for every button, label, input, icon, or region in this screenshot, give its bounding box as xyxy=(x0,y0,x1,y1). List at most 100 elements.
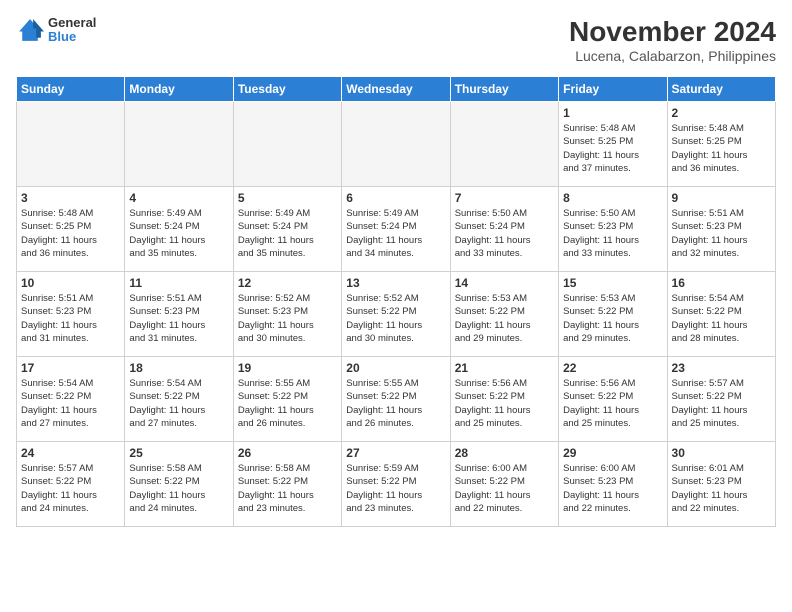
weekday-header-sunday: Sunday xyxy=(17,77,125,102)
calendar-cell: 28 Sunrise: 6:00 AM Sunset: 5:22 PM Dayli… xyxy=(450,442,558,527)
calendar-cell: 4 Sunrise: 5:49 AM Sunset: 5:24 PM Daylig… xyxy=(125,187,233,272)
day-info: Sunrise: 5:49 AM Sunset: 5:24 PM Dayligh… xyxy=(129,207,228,260)
calendar-cell xyxy=(233,102,341,187)
calendar-cell: 12 Sunrise: 5:52 AM Sunset: 5:23 PM Dayli… xyxy=(233,272,341,357)
day-info: Sunrise: 5:54 AM Sunset: 5:22 PM Dayligh… xyxy=(21,377,120,430)
day-number: 12 xyxy=(238,276,337,290)
day-number: 11 xyxy=(129,276,228,290)
day-info: Sunrise: 5:48 AM Sunset: 5:25 PM Dayligh… xyxy=(563,122,662,175)
day-number: 25 xyxy=(129,446,228,460)
day-info: Sunrise: 5:51 AM Sunset: 5:23 PM Dayligh… xyxy=(129,292,228,345)
weekday-header-saturday: Saturday xyxy=(667,77,775,102)
day-info: Sunrise: 5:57 AM Sunset: 5:22 PM Dayligh… xyxy=(672,377,771,430)
logo-line2: Blue xyxy=(48,30,96,44)
logo: General Blue xyxy=(16,16,96,45)
weekday-header-friday: Friday xyxy=(559,77,667,102)
day-number: 17 xyxy=(21,361,120,375)
weekday-header-wednesday: Wednesday xyxy=(342,77,450,102)
day-info: Sunrise: 5:58 AM Sunset: 5:22 PM Dayligh… xyxy=(129,462,228,515)
day-number: 4 xyxy=(129,191,228,205)
day-number: 18 xyxy=(129,361,228,375)
day-number: 27 xyxy=(346,446,445,460)
day-info: Sunrise: 5:49 AM Sunset: 5:24 PM Dayligh… xyxy=(346,207,445,260)
day-info: Sunrise: 5:49 AM Sunset: 5:24 PM Dayligh… xyxy=(238,207,337,260)
calendar-cell: 22 Sunrise: 5:56 AM Sunset: 5:22 PM Dayli… xyxy=(559,357,667,442)
day-info: Sunrise: 5:56 AM Sunset: 5:22 PM Dayligh… xyxy=(455,377,554,430)
calendar-cell: 8Sunrise: 5:50 AM Sunset: 5:23 PM Daylig… xyxy=(559,187,667,272)
calendar-cell: 6 Sunrise: 5:49 AM Sunset: 5:24 PM Daylig… xyxy=(342,187,450,272)
calendar-cell: 5 Sunrise: 5:49 AM Sunset: 5:24 PM Daylig… xyxy=(233,187,341,272)
day-info: Sunrise: 6:01 AM Sunset: 5:23 PM Dayligh… xyxy=(672,462,771,515)
day-number: 7 xyxy=(455,191,554,205)
weekday-header-tuesday: Tuesday xyxy=(233,77,341,102)
calendar-cell xyxy=(125,102,233,187)
week-row-3: 17 Sunrise: 5:54 AM Sunset: 5:22 PM Dayli… xyxy=(17,357,776,442)
day-info: Sunrise: 6:00 AM Sunset: 5:22 PM Dayligh… xyxy=(455,462,554,515)
day-info: Sunrise: 5:53 AM Sunset: 5:22 PM Dayligh… xyxy=(563,292,662,345)
calendar-cell: 9Sunrise: 5:51 AM Sunset: 5:23 PM Daylig… xyxy=(667,187,775,272)
calendar-cell xyxy=(17,102,125,187)
logo-text: General Blue xyxy=(48,16,96,45)
day-number: 21 xyxy=(455,361,554,375)
day-number: 14 xyxy=(455,276,554,290)
logo-icon xyxy=(16,16,44,44)
page-header: General Blue November 2024 Lucena, Calab… xyxy=(16,16,776,64)
day-number: 1 xyxy=(563,106,662,120)
calendar-cell xyxy=(450,102,558,187)
calendar-cell: 18 Sunrise: 5:54 AM Sunset: 5:22 PM Dayli… xyxy=(125,357,233,442)
weekday-header-thursday: Thursday xyxy=(450,77,558,102)
day-number: 3 xyxy=(21,191,120,205)
calendar-cell: 19Sunrise: 5:55 AM Sunset: 5:22 PM Dayli… xyxy=(233,357,341,442)
week-row-0: 1 Sunrise: 5:48 AM Sunset: 5:25 PM Daylig… xyxy=(17,102,776,187)
day-info: Sunrise: 5:51 AM Sunset: 5:23 PM Dayligh… xyxy=(672,207,771,260)
calendar-cell: 10Sunrise: 5:51 AM Sunset: 5:23 PM Dayli… xyxy=(17,272,125,357)
calendar-cell: 21 Sunrise: 5:56 AM Sunset: 5:22 PM Dayli… xyxy=(450,357,558,442)
calendar-cell: 1 Sunrise: 5:48 AM Sunset: 5:25 PM Daylig… xyxy=(559,102,667,187)
day-info: Sunrise: 5:59 AM Sunset: 5:22 PM Dayligh… xyxy=(346,462,445,515)
day-info: Sunrise: 5:48 AM Sunset: 5:25 PM Dayligh… xyxy=(21,207,120,260)
day-number: 16 xyxy=(672,276,771,290)
day-number: 22 xyxy=(563,361,662,375)
day-number: 23 xyxy=(672,361,771,375)
calendar-title: November 2024 xyxy=(569,16,776,48)
calendar-cell: 26 Sunrise: 5:58 AM Sunset: 5:22 PM Dayli… xyxy=(233,442,341,527)
calendar-cell: 15 Sunrise: 5:53 AM Sunset: 5:22 PM Dayli… xyxy=(559,272,667,357)
calendar-table: SundayMondayTuesdayWednesdayThursdayFrid… xyxy=(16,76,776,527)
day-number: 2 xyxy=(672,106,771,120)
day-number: 8 xyxy=(563,191,662,205)
day-info: Sunrise: 5:54 AM Sunset: 5:22 PM Dayligh… xyxy=(129,377,228,430)
day-number: 29 xyxy=(563,446,662,460)
calendar-cell: 2 Sunrise: 5:48 AM Sunset: 5:25 PM Daylig… xyxy=(667,102,775,187)
week-row-2: 10 Sunrise: 5:51 AM Sunset: 5:23 PM Dayli… xyxy=(17,272,776,357)
day-number: 28 xyxy=(455,446,554,460)
day-info: Sunrise: 5:52 AM Sunset: 5:23 PM Dayligh… xyxy=(238,292,337,345)
week-row-4: 24Sunrise: 5:57 AM Sunset: 5:22 PM Dayli… xyxy=(17,442,776,527)
calendar-cell: 11 Sunrise: 5:51 AM Sunset: 5:23 PM Dayli… xyxy=(125,272,233,357)
calendar-cell: 14Sunrise: 5:53 AM Sunset: 5:22 PM Dayli… xyxy=(450,272,558,357)
day-info: Sunrise: 5:58 AM Sunset: 5:22 PM Dayligh… xyxy=(238,462,337,515)
calendar-cell: 30 Sunrise: 6:01 AM Sunset: 5:23 PM Dayli… xyxy=(667,442,775,527)
calendar-cell: 13Sunrise: 5:52 AM Sunset: 5:22 PM Dayli… xyxy=(342,272,450,357)
calendar-cell: 25 Sunrise: 5:58 AM Sunset: 5:22 PM Dayli… xyxy=(125,442,233,527)
day-info: Sunrise: 6:00 AM Sunset: 5:23 PM Dayligh… xyxy=(563,462,662,515)
week-row-1: 3 Sunrise: 5:48 AM Sunset: 5:25 PM Daylig… xyxy=(17,187,776,272)
day-number: 24 xyxy=(21,446,120,460)
day-number: 15 xyxy=(563,276,662,290)
day-info: Sunrise: 5:48 AM Sunset: 5:25 PM Dayligh… xyxy=(672,122,771,175)
calendar-cell: 27 Sunrise: 5:59 AM Sunset: 5:22 PM Dayli… xyxy=(342,442,450,527)
day-number: 6 xyxy=(346,191,445,205)
day-info: Sunrise: 5:56 AM Sunset: 5:22 PM Dayligh… xyxy=(563,377,662,430)
calendar-cell: 29 Sunrise: 6:00 AM Sunset: 5:23 PM Dayli… xyxy=(559,442,667,527)
calendar-cell: 24Sunrise: 5:57 AM Sunset: 5:22 PM Dayli… xyxy=(17,442,125,527)
day-number: 5 xyxy=(238,191,337,205)
day-number: 26 xyxy=(238,446,337,460)
day-info: Sunrise: 5:54 AM Sunset: 5:22 PM Dayligh… xyxy=(672,292,771,345)
day-number: 30 xyxy=(672,446,771,460)
day-number: 10 xyxy=(21,276,120,290)
calendar-cell: 7Sunrise: 5:50 AM Sunset: 5:24 PM Daylig… xyxy=(450,187,558,272)
title-block: November 2024 Lucena, Calabarzon, Philip… xyxy=(569,16,776,64)
calendar-cell xyxy=(342,102,450,187)
day-number: 19 xyxy=(238,361,337,375)
calendar-cell: 20Sunrise: 5:55 AM Sunset: 5:22 PM Dayli… xyxy=(342,357,450,442)
logo-line1: General xyxy=(48,16,96,30)
